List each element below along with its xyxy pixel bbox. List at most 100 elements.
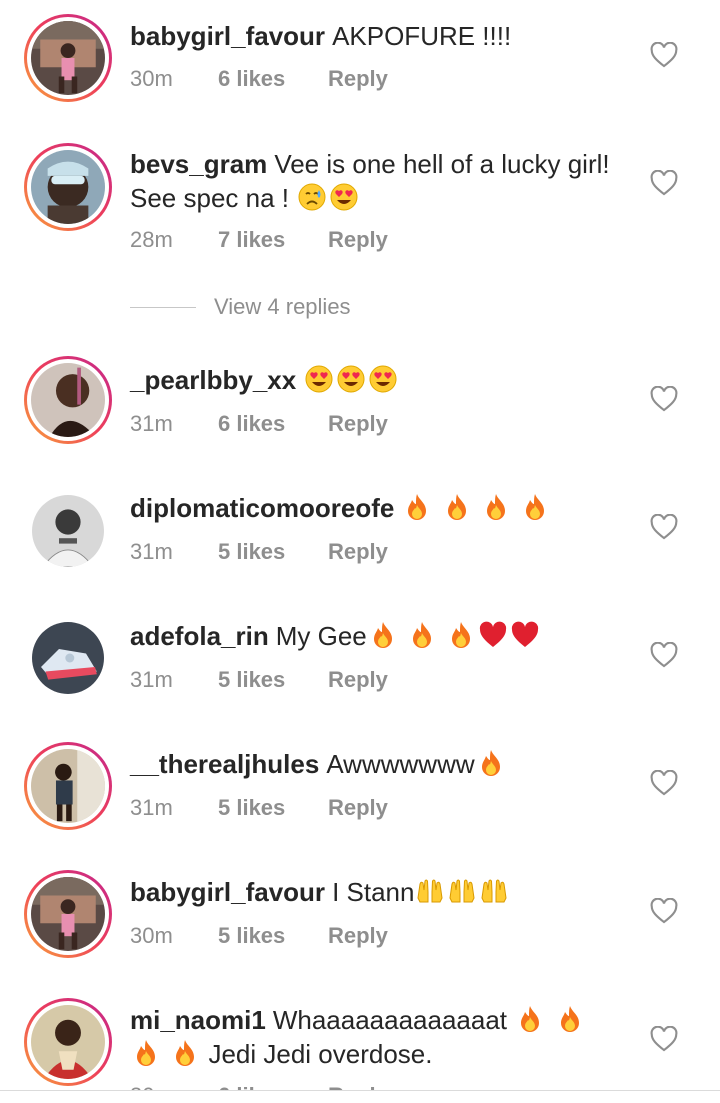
heart-icon[interactable] xyxy=(650,170,678,196)
heart-icon[interactable] xyxy=(650,1026,678,1052)
comment-body-line2: Jedi Jedi overdose. xyxy=(208,1039,433,1069)
raising-hands-emoji-icon xyxy=(479,876,509,906)
avatar[interactable] xyxy=(24,356,112,444)
username[interactable]: bevs_gram xyxy=(130,149,267,179)
username[interactable]: diplomaticomooreofe xyxy=(130,493,394,523)
raising-hands-emoji-icon xyxy=(415,876,445,906)
comment-text: diplomaticomooreofe xyxy=(130,491,630,525)
comment-body: I Stann xyxy=(332,877,415,907)
view-replies-label: View 4 replies xyxy=(214,294,351,319)
comment-meta: 31m 5 likes Reply xyxy=(130,667,388,693)
comment-body: Awwwwwww xyxy=(326,749,475,779)
likes-count[interactable]: 5 likes xyxy=(218,539,328,565)
likes-count[interactable]: 5 likes xyxy=(218,795,328,821)
comment-text: babygirl_favour AKPOFURE !!!! xyxy=(130,19,630,53)
username[interactable]: mi_naomi1 xyxy=(130,1005,266,1035)
photo-avatar-icon xyxy=(31,1005,105,1079)
timestamp: 31m xyxy=(130,795,173,820)
heart-icon[interactable] xyxy=(650,514,678,540)
comment-meta: 31m 5 likes Reply xyxy=(130,795,388,821)
sad-sweat-face-emoji-icon xyxy=(297,182,327,212)
divider-line xyxy=(130,306,196,308)
reply-button[interactable]: Reply xyxy=(328,667,388,693)
reply-button[interactable]: Reply xyxy=(328,795,388,821)
comment-text: bevs_gram Vee is one hell of a lucky girl… xyxy=(130,147,630,215)
comment-text: babygirl_favour I Stann xyxy=(130,875,630,909)
avatar[interactable] xyxy=(24,14,112,102)
avatar[interactable] xyxy=(32,622,104,694)
comment-body: Whaaaaaaaaaaaaat xyxy=(272,1005,508,1035)
fire-emoji-icon xyxy=(520,492,550,522)
timestamp: 31m xyxy=(130,539,173,564)
fire-emoji-icon xyxy=(481,492,511,522)
heart-icon[interactable] xyxy=(650,42,678,68)
comment-text: adefola_rin My Gee xyxy=(130,619,630,653)
comment-text: mi_naomi1 Whaaaaaaaaaaaaat Jedi Jedi over… xyxy=(130,1003,630,1071)
bottom-input-bar xyxy=(0,1090,720,1103)
photo-avatar-icon xyxy=(32,622,104,694)
comment-body: My Gee xyxy=(275,621,367,651)
photo-avatar-icon xyxy=(31,749,105,823)
likes-count[interactable]: 7 likes xyxy=(218,227,328,253)
avatar[interactable] xyxy=(24,143,112,231)
fire-emoji-icon xyxy=(555,1004,585,1034)
heart-eyes-emoji-icon xyxy=(329,182,359,212)
heart-icon[interactable] xyxy=(650,898,678,924)
photo-avatar-icon xyxy=(31,877,105,951)
username[interactable]: babygirl_favour xyxy=(130,877,325,907)
username[interactable]: babygirl_favour xyxy=(130,21,325,51)
avatar[interactable] xyxy=(24,998,112,1086)
comment-meta: 30m 5 likes Reply xyxy=(130,923,388,949)
username[interactable]: __therealjhules xyxy=(130,749,319,779)
photo-avatar-icon xyxy=(31,363,105,437)
likes-count[interactable]: 6 likes xyxy=(218,411,328,437)
heart-eyes-emoji-icon xyxy=(368,364,398,394)
reply-button[interactable]: Reply xyxy=(328,66,388,92)
comment-meta: 31m 6 likes Reply xyxy=(130,411,388,437)
timestamp: 31m xyxy=(130,667,173,692)
red-heart-emoji-icon xyxy=(478,620,508,650)
heart-icon[interactable] xyxy=(650,770,678,796)
heart-eyes-emoji-icon xyxy=(336,364,366,394)
likes-count[interactable]: 5 likes xyxy=(218,923,328,949)
avatar[interactable] xyxy=(24,870,112,958)
timestamp: 30m xyxy=(130,66,173,91)
fire-emoji-icon xyxy=(446,620,476,650)
timestamp: 28m xyxy=(130,227,173,252)
reply-button[interactable]: Reply xyxy=(328,227,388,253)
fire-emoji-icon xyxy=(407,620,437,650)
username[interactable]: _pearlbby_xx xyxy=(130,365,296,395)
fire-emoji-icon xyxy=(170,1038,200,1068)
likes-count[interactable]: 6 likes xyxy=(218,66,328,92)
fire-emoji-icon xyxy=(368,620,398,650)
heart-icon[interactable] xyxy=(650,386,678,412)
photo-avatar-icon xyxy=(32,495,104,567)
reply-button[interactable]: Reply xyxy=(328,539,388,565)
fire-emoji-icon xyxy=(476,748,506,778)
avatar[interactable] xyxy=(24,742,112,830)
heart-eyes-emoji-icon xyxy=(304,364,334,394)
timestamp: 30m xyxy=(130,923,173,948)
comment-text: _pearlbby_xx xyxy=(130,363,630,397)
fire-emoji-icon xyxy=(402,492,432,522)
reply-button[interactable]: Reply xyxy=(328,923,388,949)
comment-text: __therealjhules Awwwwwww xyxy=(130,747,630,781)
comment-body: AKPOFURE !!!! xyxy=(332,21,512,51)
comment-meta: 31m 5 likes Reply xyxy=(130,539,388,565)
fire-emoji-icon xyxy=(515,1004,545,1034)
comment-meta: 28m 7 likes Reply xyxy=(130,227,388,253)
username[interactable]: adefola_rin xyxy=(130,621,269,651)
photo-avatar-icon xyxy=(31,21,105,95)
timestamp: 31m xyxy=(130,411,173,436)
raising-hands-emoji-icon xyxy=(447,876,477,906)
fire-emoji-icon xyxy=(131,1038,161,1068)
avatar[interactable] xyxy=(32,495,104,567)
comment-meta: 30m 6 likes Reply xyxy=(130,66,388,92)
reply-button[interactable]: Reply xyxy=(328,411,388,437)
red-heart-emoji-icon xyxy=(510,620,540,650)
view-replies-button[interactable]: View 4 replies xyxy=(130,294,351,320)
photo-avatar-icon xyxy=(31,150,105,224)
heart-icon[interactable] xyxy=(650,642,678,668)
likes-count[interactable]: 5 likes xyxy=(218,667,328,693)
fire-emoji-icon xyxy=(442,492,472,522)
